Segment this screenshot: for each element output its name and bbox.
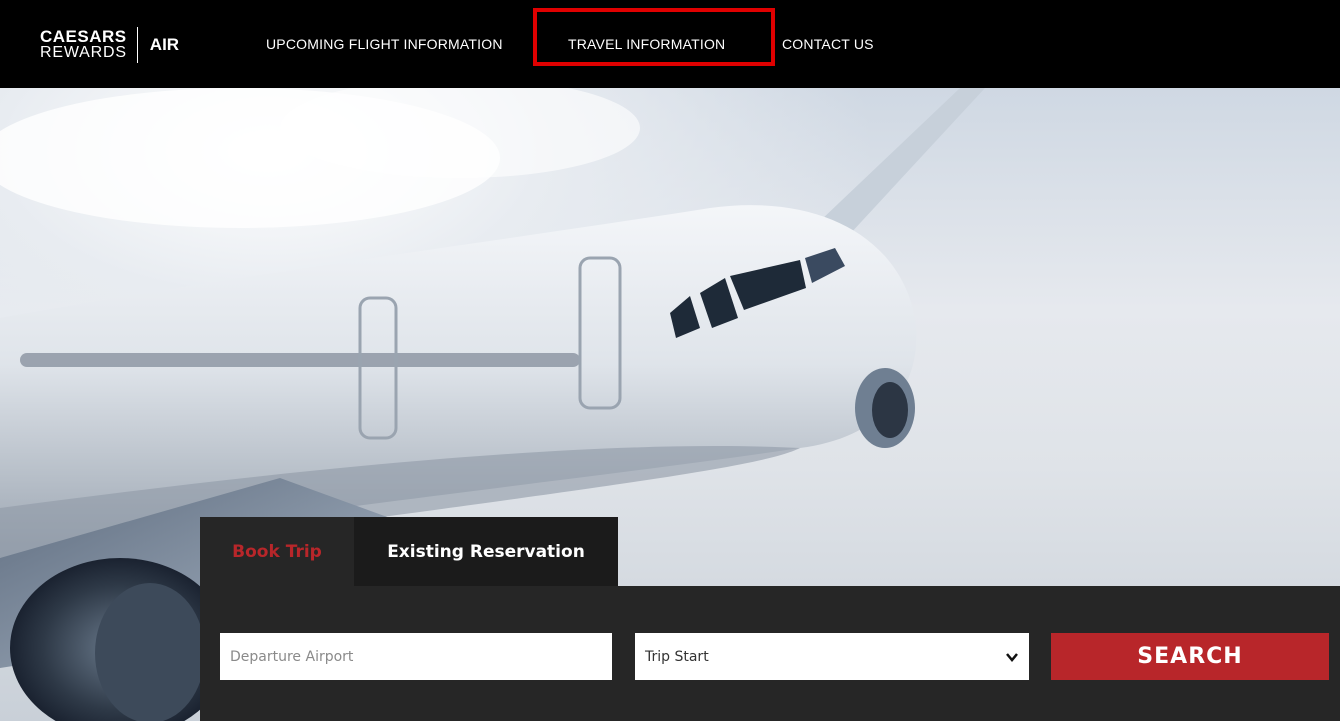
logo-caesars-text: CAESARS (40, 27, 127, 46)
nav-contact-us[interactable]: CONTACT US (782, 36, 874, 52)
search-button[interactable]: SEARCH (1051, 633, 1329, 680)
departure-airport-input[interactable] (220, 633, 612, 680)
logo-air-text: AIR (149, 35, 180, 54)
nav-upcoming-flight-information[interactable]: UPCOMING FLIGHT INFORMATION (266, 36, 503, 52)
tab-existing-reservation[interactable]: Existing Reservation (354, 517, 618, 586)
trip-start-select[interactable]: Trip Start (635, 633, 1029, 680)
logo-divider (136, 27, 138, 63)
logo-rewards-text: REWARDS (40, 44, 127, 61)
caesars-rewards-air-logo[interactable]: CAESARS REWARDS AIR (40, 27, 179, 63)
tab-book-trip[interactable]: Book Trip (200, 517, 354, 586)
highlight-box (533, 8, 775, 66)
chevron-down-icon (1006, 652, 1018, 662)
top-nav-bar: CAESARS REWARDS AIR UPCOMING FLIGHT INFO… (0, 0, 1340, 88)
trip-start-value: Trip Start (645, 648, 709, 665)
